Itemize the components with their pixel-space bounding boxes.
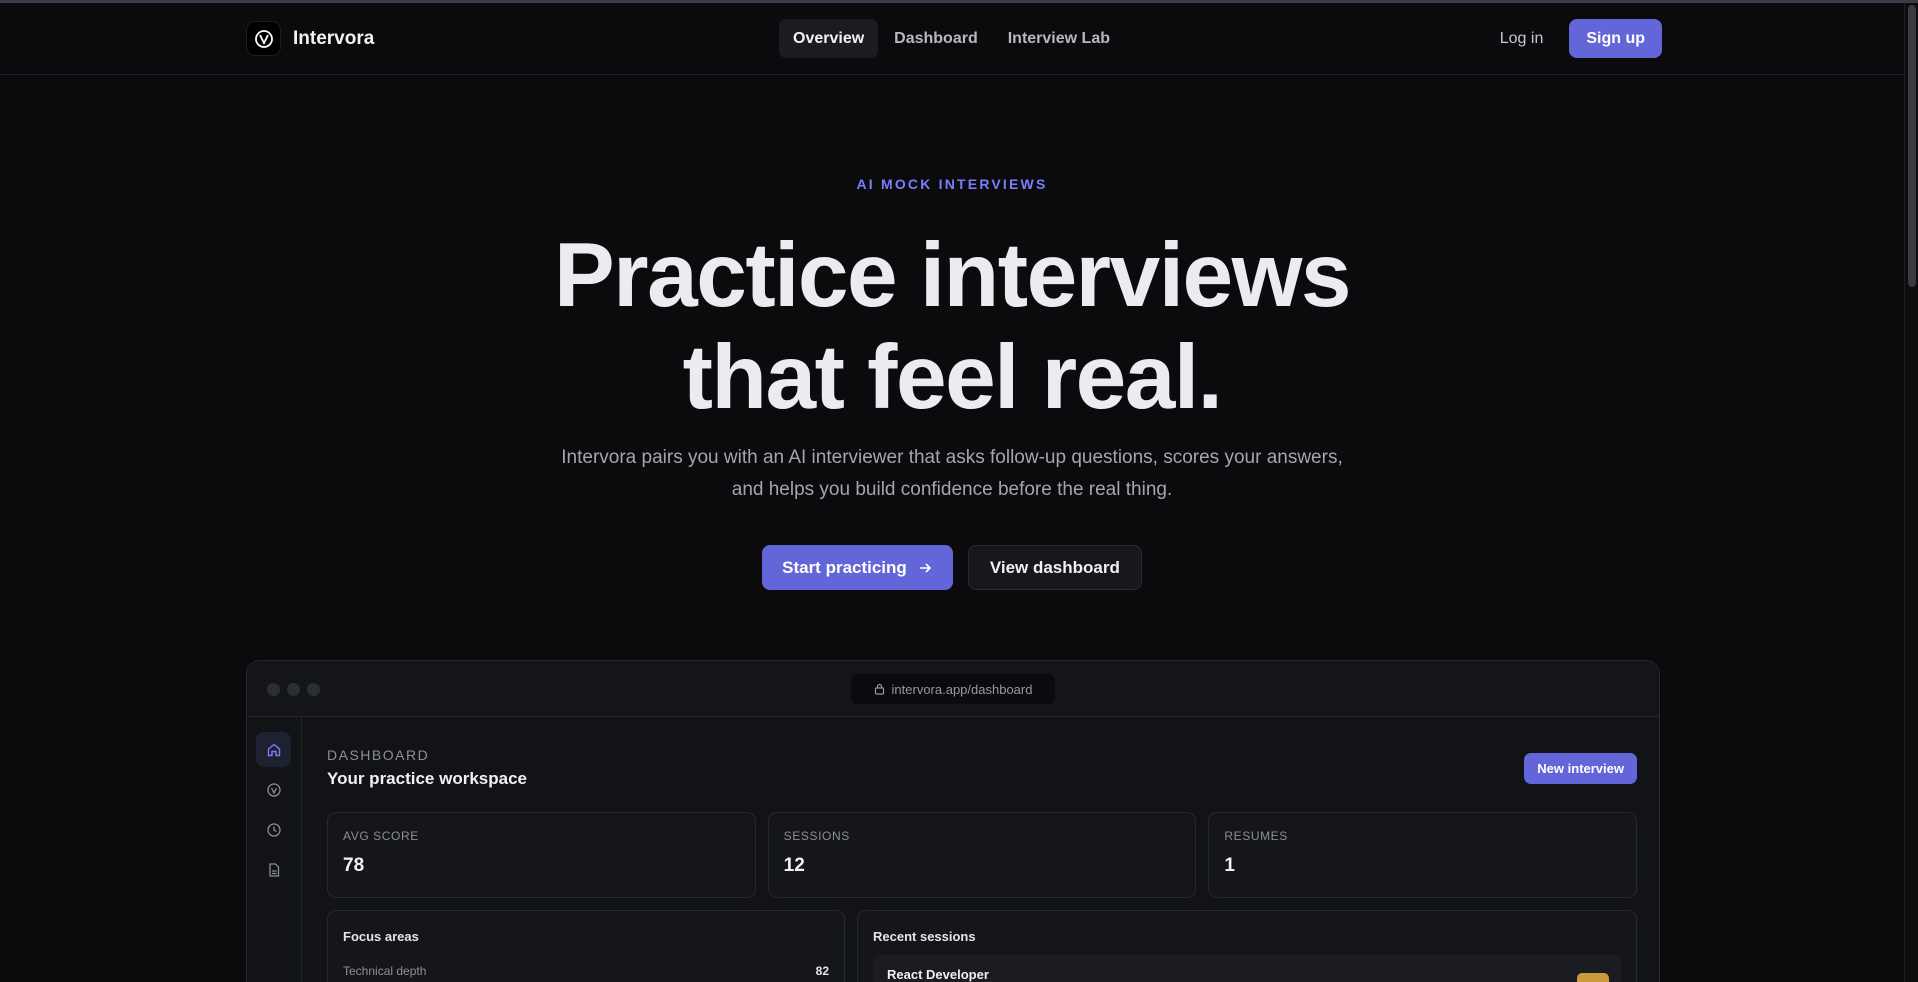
auth-actions: Log in Sign up <box>1488 19 1662 58</box>
document-icon[interactable] <box>256 852 291 887</box>
url-text: intervora.app/dashboard <box>891 681 1033 697</box>
stat-card-sessions: SESSIONS 12 <box>767 812 1197 898</box>
window-dot <box>307 683 320 696</box>
main-nav: Overview Dashboard Interview Lab <box>779 19 1124 58</box>
start-practicing-label: Start practicing <box>782 557 907 577</box>
lock-icon <box>874 683 884 695</box>
focus-area-score: 82 <box>815 964 829 978</box>
hero-subtitle: Intervora pairs you with an AI interview… <box>561 447 1343 500</box>
stat-value: 12 <box>783 855 805 876</box>
dashboard-title: Your practice workspace <box>327 769 527 788</box>
hero-title: Practice interviews that feel real. <box>0 225 1904 429</box>
recent-sessions-panel: Recent sessions React Developer <box>857 910 1637 982</box>
stat-label: AVG SCORE <box>343 829 419 843</box>
view-dashboard-button[interactable]: View dashboard <box>967 545 1142 590</box>
nav-item-interview-lab[interactable]: Interview Lab <box>994 19 1124 58</box>
brand-name: Intervora <box>293 27 375 49</box>
panels-row: Focus areas Technical depth 82 Recent se… <box>327 910 1637 982</box>
signup-button[interactable]: Sign up <box>1569 19 1662 58</box>
window-dots <box>267 683 320 696</box>
brand[interactable]: Intervora <box>246 21 374 56</box>
home-icon[interactable] <box>256 732 291 767</box>
login-link[interactable]: Log in <box>1488 19 1556 58</box>
browser-bar: intervora.app/dashboard <box>247 661 1659 717</box>
stat-value: 78 <box>343 855 365 876</box>
logo-icon <box>246 21 281 56</box>
stat-card-resumes: RESUMES 1 <box>1208 812 1638 898</box>
hero-title-line-1: Practice interviews <box>553 225 1352 326</box>
session-name: React Developer <box>887 967 989 982</box>
nav-item-dashboard[interactable]: Dashboard <box>880 19 992 58</box>
hero-title-line-2: that feel real. <box>682 327 1223 428</box>
dashboard-preview: intervora.app/dashboard DASHBOARD Your p… <box>246 660 1660 982</box>
stats-row: AVG SCORE 78 SESSIONS 12 RESUMES 1 <box>327 812 1638 898</box>
preview-sidebar <box>247 717 302 982</box>
stat-label: SESSIONS <box>783 829 850 843</box>
dashboard-eyebrow: DASHBOARD <box>327 747 430 763</box>
stat-value: 1 <box>1224 855 1235 876</box>
site-header: Intervora Overview Dashboard Interview L… <box>0 3 1904 75</box>
nav-item-overview[interactable]: Overview <box>779 19 879 58</box>
focus-area-item: Technical depth 82 <box>343 964 829 978</box>
start-practicing-button[interactable]: Start practicing <box>762 545 953 590</box>
new-interview-button[interactable]: New interview <box>1524 753 1637 784</box>
recent-sessions-title: Recent sessions <box>873 929 976 944</box>
window-dot <box>267 683 280 696</box>
focus-area-label: Technical depth <box>343 964 427 978</box>
hero-eyebrow: AI MOCK INTERVIEWS <box>856 176 1048 192</box>
arrow-right-icon <box>919 562 931 573</box>
focus-areas-title: Focus areas <box>343 929 419 944</box>
history-icon[interactable] <box>256 812 291 847</box>
scrollbar-thumb[interactable] <box>1908 5 1916 287</box>
hero-cta-row: Start practicing View dashboard <box>0 545 1904 590</box>
url-bar: intervora.app/dashboard <box>851 674 1055 704</box>
stat-card-avg-score: AVG SCORE 78 <box>327 812 756 898</box>
window-dot <box>287 683 300 696</box>
stat-label: RESUMES <box>1224 829 1288 843</box>
session-score-badge <box>1577 973 1609 982</box>
page-scrollbar[interactable] <box>1904 3 1918 982</box>
interview-icon[interactable] <box>256 772 291 807</box>
session-card[interactable]: React Developer <box>873 955 1621 982</box>
focus-areas-panel: Focus areas Technical depth 82 <box>327 910 845 982</box>
